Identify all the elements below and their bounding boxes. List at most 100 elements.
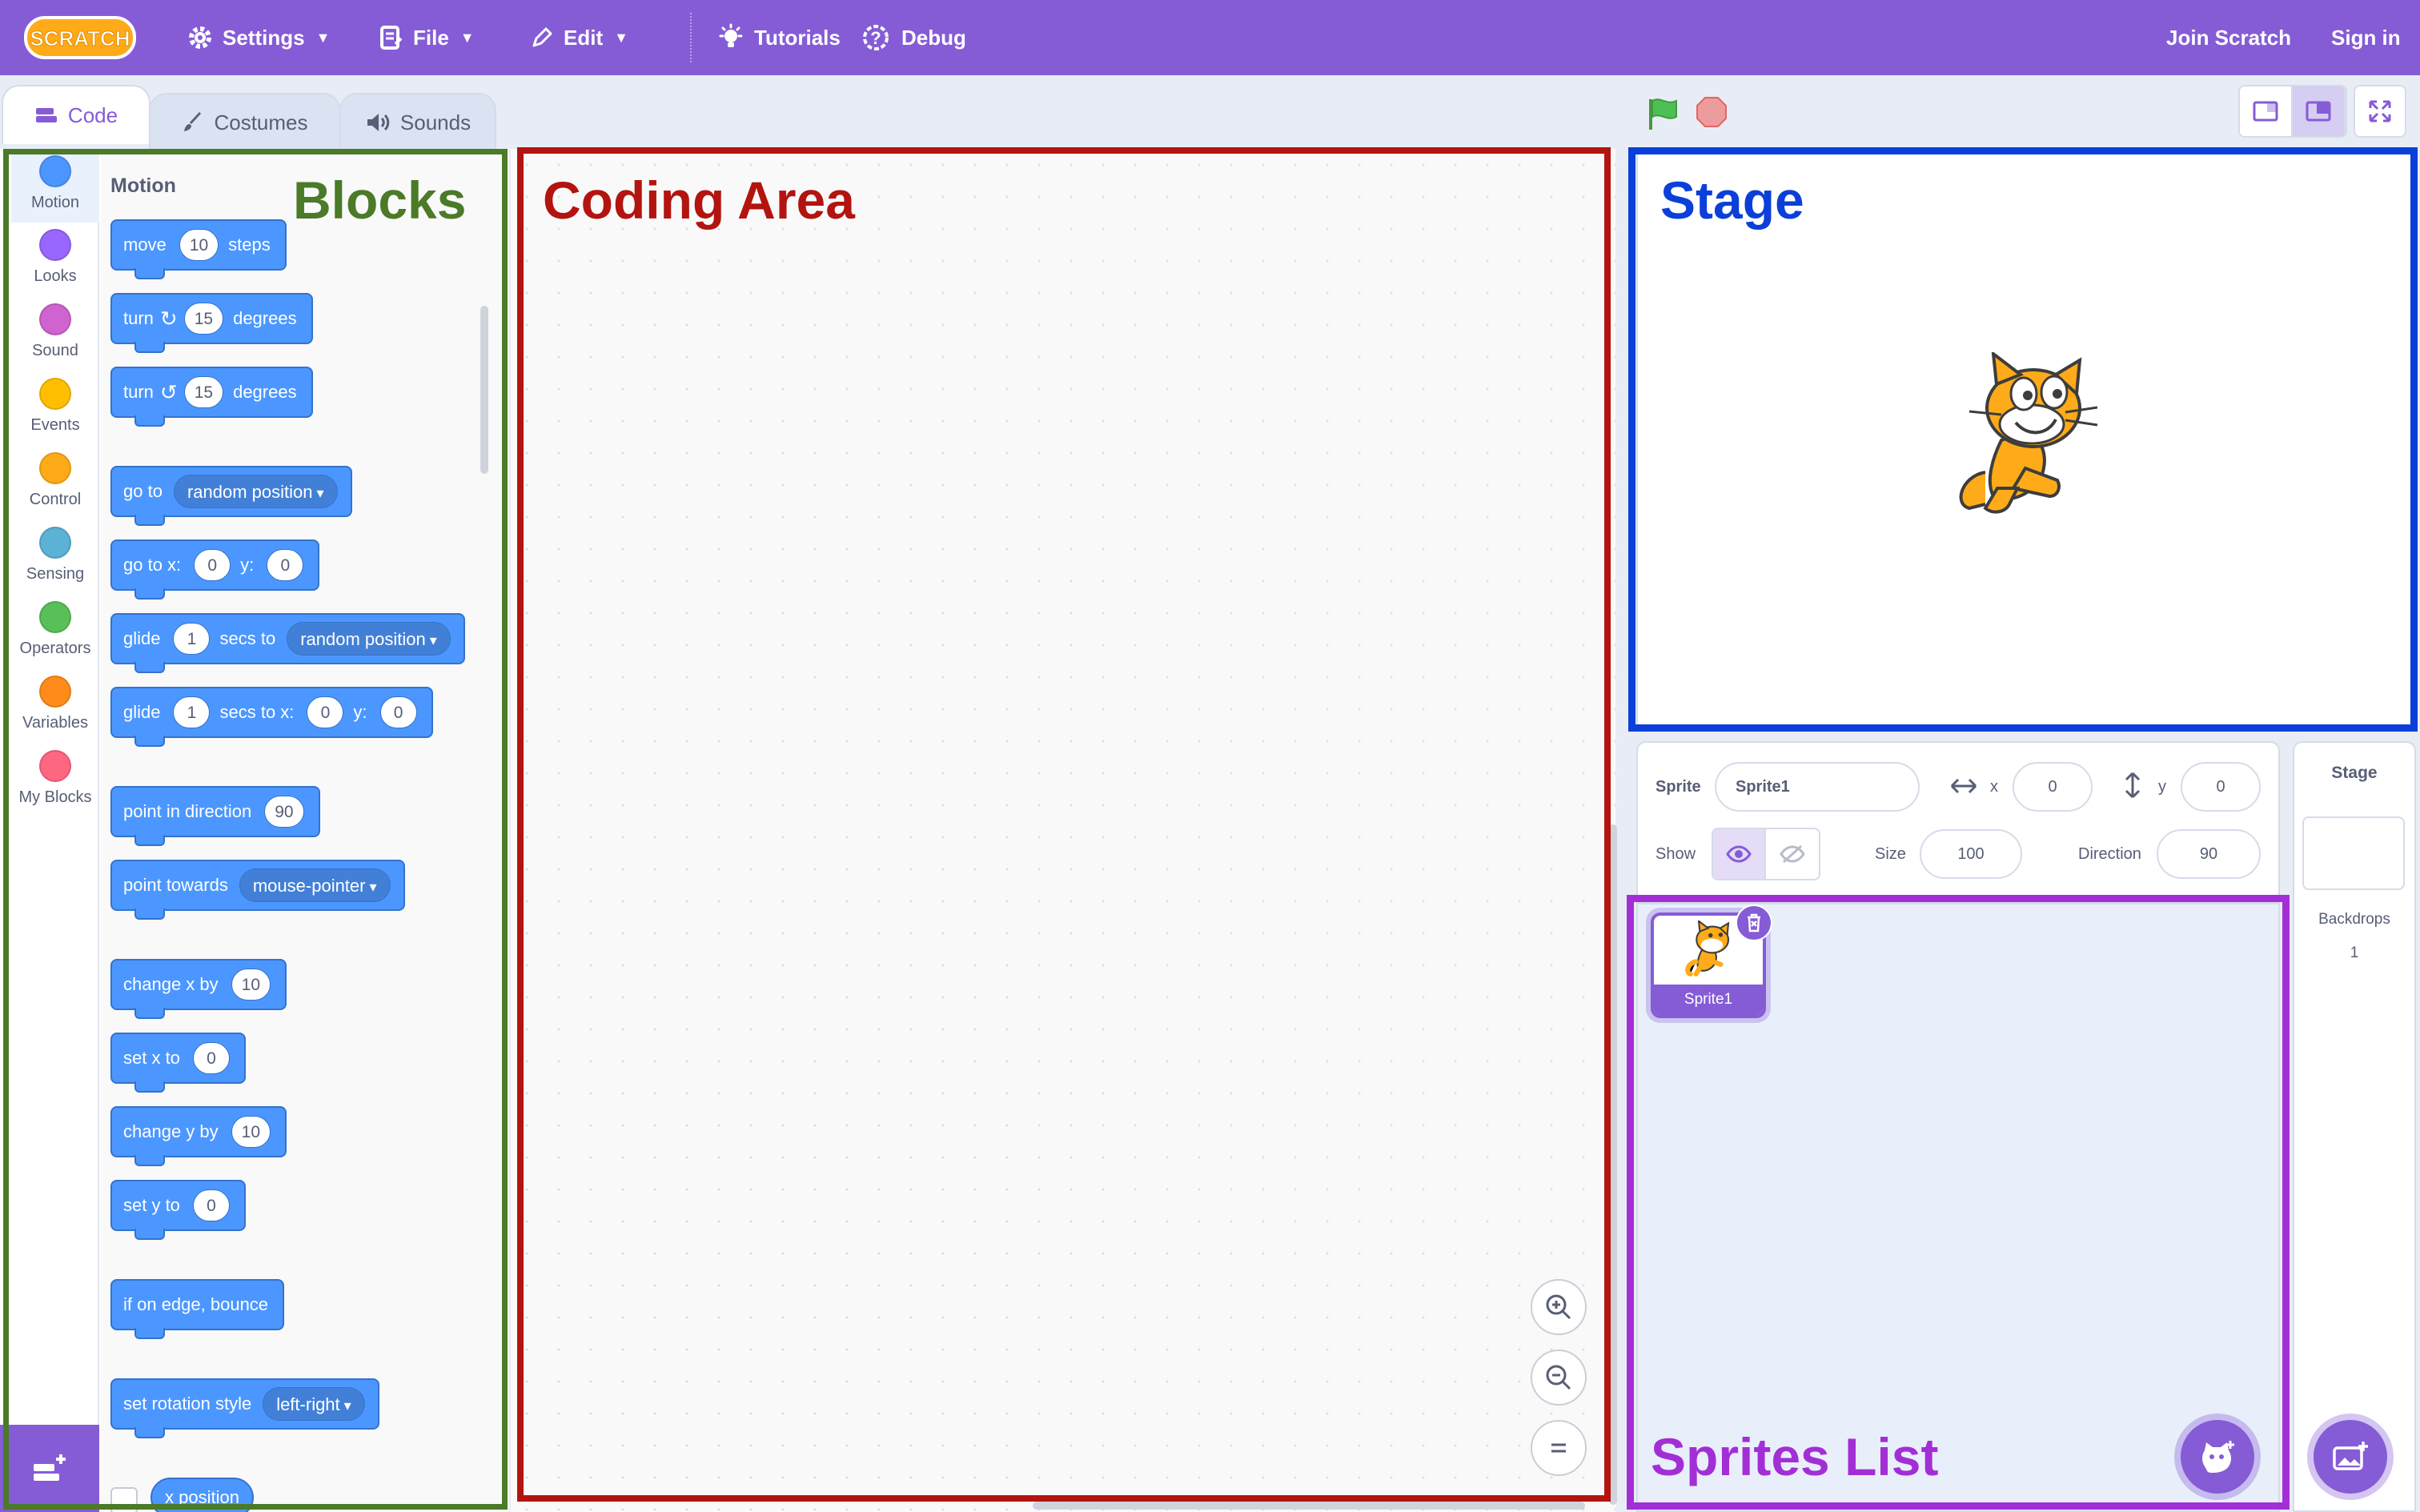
chevron-down-icon: ▼	[614, 29, 628, 46]
block-text: set x to	[123, 1048, 180, 1068]
join-scratch-label: Join Scratch	[2166, 25, 2292, 50]
y-input[interactable]: 10	[231, 1116, 271, 1148]
backdrop-thumbnail[interactable]	[2302, 816, 2405, 890]
x-input[interactable]: 10	[231, 969, 271, 1001]
y-input[interactable]: 0	[192, 1189, 230, 1221]
visibility-toggle	[1712, 828, 1820, 880]
size-field[interactable]: 100	[1920, 829, 2022, 879]
stop-button[interactable]	[1696, 96, 1728, 128]
tab-sounds-label: Sounds	[399, 110, 472, 134]
small-stage-button[interactable]	[2240, 86, 2293, 136]
secs-input[interactable]: 1	[173, 623, 211, 655]
add-sprite-button[interactable]	[2181, 1420, 2254, 1494]
category-sensing[interactable]: Sensing	[11, 522, 99, 594]
degrees-input[interactable]: 15	[183, 376, 224, 408]
sign-in-link[interactable]: Sign in	[2331, 0, 2401, 75]
x-input[interactable]: 0	[192, 1042, 230, 1074]
category-operators[interactable]: Operators	[11, 596, 99, 668]
set-y-block[interactable]: set y to 0	[110, 1180, 246, 1240]
add-backdrop-button[interactable]	[2314, 1420, 2387, 1494]
delete-sprite-button[interactable]	[1736, 904, 1772, 941]
steps-input[interactable]: 10	[179, 229, 219, 261]
large-stage-button[interactable]	[2293, 86, 2346, 136]
tutorials-button[interactable]: Tutorials	[717, 0, 841, 75]
target-dropdown[interactable]: random position	[287, 622, 451, 656]
sprite-tile-name: Sprite1	[1654, 985, 1763, 1015]
y-input[interactable]: 0	[379, 696, 417, 728]
target-dropdown[interactable]: mouse-pointer	[239, 868, 391, 902]
tab-costumes[interactable]: Costumes	[149, 93, 341, 150]
glide-to-block[interactable]: glide 1 secs to random position	[110, 613, 465, 673]
if-on-edge-bounce-block[interactable]: if on edge, bounce	[110, 1279, 285, 1339]
eye-icon	[1726, 845, 1752, 863]
tab-costumes-label: Costumes	[214, 110, 308, 134]
category-variables[interactable]: Variables	[11, 671, 99, 743]
x-field[interactable]: 0	[2013, 762, 2093, 812]
small-stage-icon	[2253, 101, 2278, 122]
zoom-reset-button[interactable]	[1531, 1420, 1587, 1476]
x-input[interactable]: 0	[307, 696, 344, 728]
debug-button[interactable]: ? Debug	[860, 0, 966, 75]
set-rotation-style-block[interactable]: set rotation style left-right	[110, 1378, 379, 1438]
events-category-icon	[39, 378, 71, 410]
edit-menu[interactable]: Edit ▼	[530, 0, 628, 75]
category-looks[interactable]: Looks	[11, 224, 99, 296]
point-towards-block[interactable]: point towards mouse-pointer	[110, 860, 405, 920]
add-extension-button[interactable]	[0, 1425, 99, 1512]
direction-field[interactable]: 90	[2157, 829, 2261, 879]
scratch-logo[interactable]: SCRATCH	[24, 14, 136, 61]
change-y-block[interactable]: change y by 10	[110, 1106, 287, 1166]
change-x-block[interactable]: change x by 10	[110, 959, 287, 1019]
rotation-style-dropdown[interactable]: left-right	[263, 1387, 365, 1421]
my-blocks-category-icon	[39, 750, 71, 782]
move-steps-block[interactable]: move 10 steps	[110, 219, 287, 279]
set-x-block[interactable]: set x to 0	[110, 1033, 246, 1093]
stage-target-pane[interactable]: Stage Backdrops 1	[2293, 741, 2416, 1512]
menu-bar: SCRATCH Settings ▼ File ▼ Edit ▼ Tutoria…	[0, 0, 2420, 75]
green-flag-button[interactable]	[1646, 96, 1681, 131]
operators-category-icon	[39, 601, 71, 633]
cat-sprite[interactable]	[1937, 352, 2105, 520]
fullscreen-button[interactable]	[2354, 85, 2406, 138]
category-events[interactable]: Events	[11, 373, 99, 445]
variables-category-icon	[39, 676, 71, 708]
category-control[interactable]: Control	[11, 447, 99, 519]
y-input[interactable]: 0	[267, 549, 304, 581]
go-to-block[interactable]: go to random position	[110, 466, 352, 526]
point-in-direction-block[interactable]: point in direction 90	[110, 786, 320, 846]
degrees-input[interactable]: 15	[183, 303, 224, 335]
tab-code[interactable]: Code	[2, 85, 150, 144]
category-my-blocks[interactable]: My Blocks	[11, 745, 99, 817]
x-input[interactable]: 0	[194, 549, 231, 581]
turn-left-block[interactable]: turn ↺ 15 degrees	[110, 367, 313, 427]
zoom-out-button[interactable]	[1531, 1350, 1587, 1406]
sprite-name-field[interactable]: Sprite1	[1715, 762, 1920, 812]
category-sound[interactable]: Sound	[11, 299, 99, 371]
settings-menu[interactable]: Settings ▼	[187, 0, 330, 75]
glide-to-xy-block[interactable]: glide 1 secs to x: 0 y: 0	[110, 687, 433, 747]
x-position-reporter[interactable]: x position	[150, 1478, 254, 1512]
x-position-checkbox[interactable]	[110, 1487, 138, 1512]
secs-input[interactable]: 1	[173, 696, 211, 728]
go-to-xy-block[interactable]: go to x: 0 y: 0	[110, 539, 320, 600]
tab-sounds[interactable]: Sounds	[339, 93, 496, 150]
target-dropdown[interactable]: random position	[173, 475, 338, 508]
edit-label: Edit	[564, 25, 604, 50]
svg-text:?: ?	[870, 28, 881, 48]
direction-input[interactable]: 90	[264, 796, 304, 828]
coding-area[interactable]	[511, 149, 1615, 1512]
join-scratch-link[interactable]: Join Scratch	[2166, 0, 2291, 75]
sign-in-label: Sign in	[2331, 25, 2401, 50]
y-field[interactable]: 0	[2181, 762, 2261, 812]
file-menu[interactable]: File ▼	[379, 0, 475, 75]
turn-right-block[interactable]: turn ↻ 15 degrees	[110, 293, 313, 353]
sprite-name-label: Sprite	[1655, 778, 1701, 796]
category-motion[interactable]: Motion	[11, 150, 99, 223]
hide-sprite-button[interactable]	[1766, 829, 1819, 879]
category-label: Motion	[30, 194, 80, 211]
zoom-in-button[interactable]	[1531, 1279, 1587, 1335]
palette-scrollbar[interactable]	[480, 306, 488, 474]
coding-area-horizontal-scrollbar[interactable]	[1033, 1502, 1585, 1510]
coding-area-vertical-scrollbar[interactable]	[1609, 824, 1617, 1505]
show-sprite-button[interactable]	[1713, 829, 1767, 879]
